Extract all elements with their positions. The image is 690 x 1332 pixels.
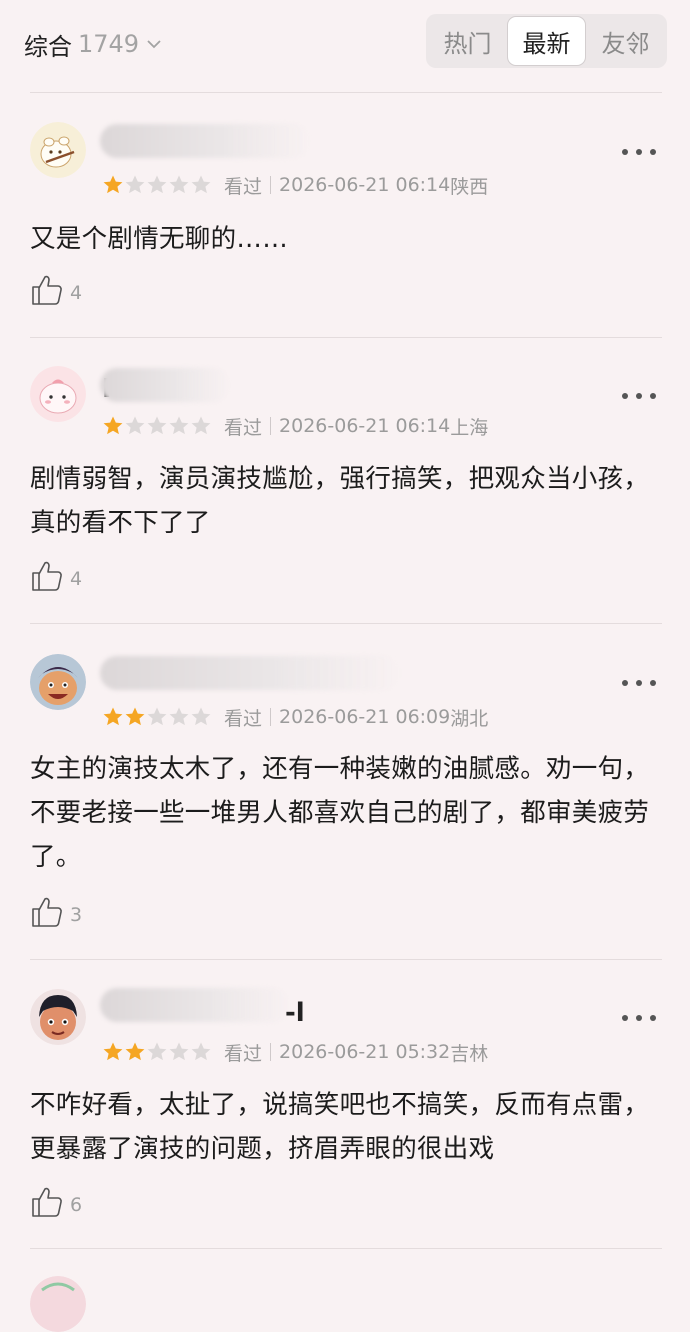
thumbs-up-icon bbox=[32, 897, 62, 927]
review-text: 剧情弱智，演员演技尴尬，强行搞笑，把观众当小孩，真的看不下了了 bbox=[30, 464, 650, 538]
rating-stars bbox=[102, 174, 212, 196]
review-datetime: 2026-06-21 06:09 bbox=[279, 706, 451, 728]
review-text: 女主的演技太木了，还有一种装嫩的油腻感。劝一句，不要老接一些一堆男人都喜欢自己的… bbox=[30, 754, 650, 872]
avatar-image bbox=[30, 366, 86, 422]
avatar[interactable] bbox=[30, 366, 86, 422]
watch-status: 看过 bbox=[224, 416, 263, 439]
thumbs-up-icon bbox=[32, 1187, 62, 1217]
separator bbox=[270, 417, 272, 435]
like-count: 6 bbox=[70, 1194, 83, 1216]
sort-segmented-control: 热门 最新 友邻 bbox=[426, 14, 667, 68]
watch-status: 看过 bbox=[224, 1042, 263, 1065]
username-redacted[interactable] bbox=[100, 368, 230, 402]
star-filled-icon bbox=[103, 416, 123, 435]
rating-stars bbox=[102, 706, 212, 728]
like-button[interactable]: 4 bbox=[30, 272, 82, 308]
top-bar: 综合 1749 热门 最新 友邻 bbox=[0, 0, 690, 84]
rating-stars bbox=[102, 415, 212, 437]
star-empty-icon bbox=[125, 416, 145, 435]
review-meta: 看过 2026-06-21 05:32 吉林 bbox=[102, 1038, 488, 1066]
star-filled-icon bbox=[103, 1042, 123, 1061]
star-filled-icon bbox=[125, 1042, 145, 1061]
review-meta: 看过 2026-06-21 06:14 上海 bbox=[102, 412, 488, 440]
like-button[interactable]: 3 bbox=[30, 894, 82, 930]
star-empty-icon bbox=[147, 707, 167, 726]
avatar-image bbox=[30, 989, 86, 1045]
star-empty-icon bbox=[147, 175, 167, 194]
star-filled-icon bbox=[125, 707, 145, 726]
avatar[interactable] bbox=[30, 1276, 86, 1332]
sort-label: 综合 bbox=[24, 32, 72, 61]
review-datetime: 2026-06-21 05:32 bbox=[279, 1041, 451, 1063]
username-fragment[interactable]: -l bbox=[285, 998, 305, 1028]
star-empty-icon bbox=[169, 707, 189, 726]
separator bbox=[270, 708, 272, 726]
tab-friends[interactable]: 友邻 bbox=[586, 16, 665, 66]
like-button[interactable]: 6 bbox=[30, 1184, 82, 1220]
like-button[interactable]: 4 bbox=[30, 558, 82, 594]
review-text: 又是个剧情无聊的…… bbox=[30, 224, 289, 254]
watch-status: 看过 bbox=[224, 175, 263, 198]
review-meta: 看过 2026-06-21 06:14 陕西 bbox=[102, 171, 488, 199]
separator bbox=[270, 1043, 272, 1061]
review-location: 陕西 bbox=[450, 175, 489, 198]
review-location: 吉林 bbox=[450, 1042, 489, 1065]
review-location: 湖北 bbox=[450, 707, 489, 730]
divider bbox=[30, 92, 662, 93]
star-empty-icon bbox=[169, 1042, 189, 1061]
star-empty-icon bbox=[169, 175, 189, 194]
star-empty-icon bbox=[191, 1042, 211, 1061]
review-datetime: 2026-06-21 06:14 bbox=[279, 174, 451, 196]
star-empty-icon bbox=[125, 175, 145, 194]
review-text: 不咋好看，太扯了，说搞笑吧也不搞笑，反而有点雷，更暴露了演技的问题，挤眉弄眼的很… bbox=[30, 1090, 650, 1164]
review-meta: 看过 2026-06-21 06:09 湖北 bbox=[102, 703, 488, 731]
avatar-image bbox=[30, 1276, 86, 1332]
thumbs-up-icon bbox=[32, 561, 62, 591]
avatar[interactable] bbox=[30, 122, 86, 178]
like-count: 3 bbox=[70, 904, 83, 926]
like-count: 4 bbox=[70, 282, 83, 304]
star-empty-icon bbox=[191, 175, 211, 194]
thumbs-up-icon bbox=[32, 275, 62, 305]
tab-hot[interactable]: 热门 bbox=[428, 16, 507, 66]
avatar-image bbox=[30, 122, 86, 178]
more-options-icon[interactable] bbox=[622, 390, 656, 402]
star-empty-icon bbox=[147, 416, 167, 435]
chevron-down-icon bbox=[147, 40, 161, 49]
more-options-icon[interactable] bbox=[622, 1012, 656, 1024]
review-location: 上海 bbox=[450, 416, 489, 439]
avatar[interactable] bbox=[30, 654, 86, 710]
username-redacted[interactable] bbox=[100, 124, 310, 158]
sort-dropdown[interactable]: 综合 1749 bbox=[24, 24, 163, 64]
star-empty-icon bbox=[191, 416, 211, 435]
star-empty-icon bbox=[191, 707, 211, 726]
divider bbox=[30, 337, 662, 338]
divider bbox=[30, 1248, 662, 1249]
username-redacted[interactable] bbox=[100, 988, 290, 1022]
star-filled-icon bbox=[103, 707, 123, 726]
divider bbox=[30, 959, 662, 960]
star-empty-icon bbox=[169, 416, 189, 435]
more-options-icon[interactable] bbox=[622, 146, 656, 158]
star-empty-icon bbox=[147, 1042, 167, 1061]
separator bbox=[270, 176, 272, 194]
more-options-icon[interactable] bbox=[622, 677, 656, 689]
star-filled-icon bbox=[103, 175, 123, 194]
watch-status: 看过 bbox=[224, 707, 263, 730]
avatar-image bbox=[30, 654, 86, 710]
username-redacted[interactable] bbox=[100, 656, 400, 690]
avatar[interactable] bbox=[30, 989, 86, 1045]
rating-stars bbox=[102, 1041, 212, 1063]
tab-latest[interactable]: 最新 bbox=[507, 16, 586, 66]
review-count: 1749 bbox=[78, 30, 140, 58]
review-datetime: 2026-06-21 06:14 bbox=[279, 415, 451, 437]
divider bbox=[30, 623, 662, 624]
like-count: 4 bbox=[70, 568, 83, 590]
